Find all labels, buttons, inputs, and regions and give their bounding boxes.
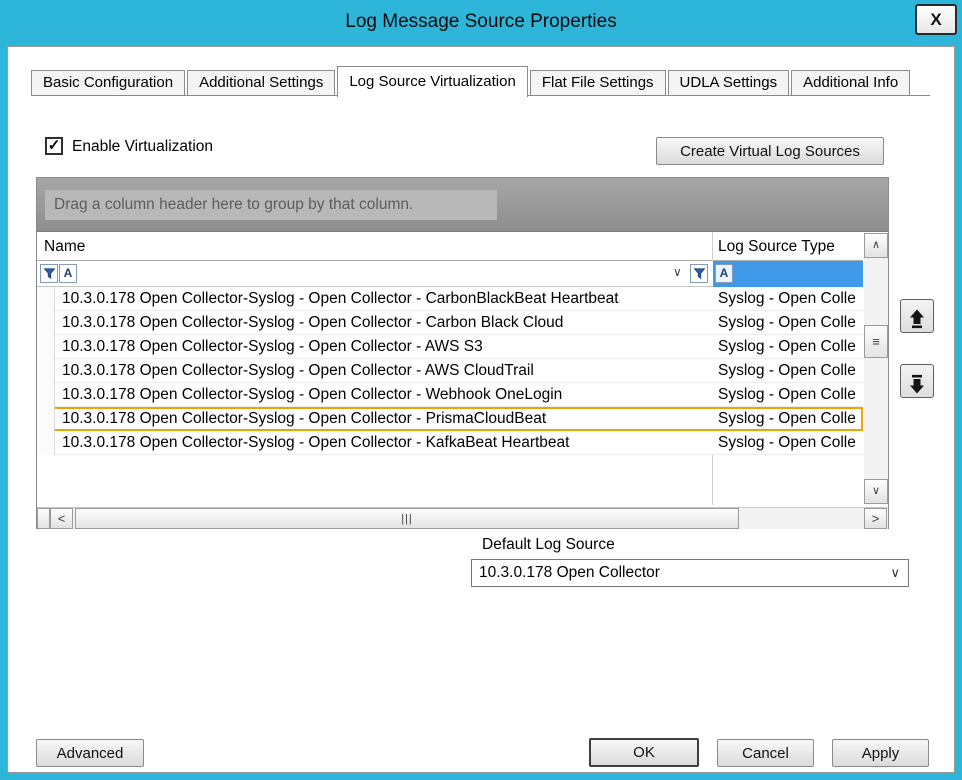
row-type-cell[interactable]: Syslog - Open Colle <box>718 383 862 406</box>
grid-row[interactable]: 10.3.0.178 Open Collector-Syslog - Open … <box>37 311 863 335</box>
row-type-cell[interactable]: Syslog - Open Colle <box>718 359 862 382</box>
close-button[interactable]: X <box>915 4 957 35</box>
row-name-cell[interactable]: 10.3.0.178 Open Collector-Syslog - Open … <box>62 287 707 310</box>
grid-row[interactable]: 10.3.0.178 Open Collector-Syslog - Open … <box>37 287 863 311</box>
row-type-cell[interactable]: Syslog - Open Colle <box>718 311 862 334</box>
group-by-panel[interactable]: Drag a column header here to group by th… <box>37 178 888 232</box>
scroll-right-button[interactable]: > <box>864 508 887 529</box>
tab-additional-info[interactable]: Additional Info <box>791 70 910 95</box>
enable-virtualization-label: Enable Virtualization <box>72 138 213 156</box>
dialog-content: Basic Configuration Additional Settings … <box>7 46 955 773</box>
scroll-corner <box>37 508 50 529</box>
type-filter-text-icon: A <box>715 264 733 283</box>
row-name-cell[interactable]: 10.3.0.178 Open Collector-Syslog - Open … <box>62 335 707 358</box>
row-type-cell[interactable]: Syslog - Open Colle <box>718 407 862 430</box>
move-up-button[interactable] <box>900 299 934 333</box>
default-log-source-combobox[interactable]: 10.3.0.178 Open Collector ∨ <box>471 559 909 587</box>
filter-row: A ∨ A <box>37 261 863 287</box>
vertical-scrollbar[interactable]: ∧ ≡ ∨ <box>864 233 888 504</box>
ok-button[interactable]: OK <box>589 738 699 767</box>
type-filter-cell[interactable]: A <box>713 261 863 287</box>
funnel-glyph <box>694 268 705 279</box>
tab-flat-file-settings[interactable]: Flat File Settings <box>530 70 666 95</box>
row-name-cell[interactable]: 10.3.0.178 Open Collector-Syslog - Open … <box>62 383 707 406</box>
row-name-cell[interactable]: 10.3.0.178 Open Collector-Syslog - Open … <box>62 431 707 454</box>
window-title: Log Message Source Properties <box>0 11 962 33</box>
row-selector-cell[interactable] <box>37 359 55 383</box>
down-arrow-icon <box>906 373 928 395</box>
grid-row[interactable]: 10.3.0.178 Open Collector-Syslog - Open … <box>37 407 863 431</box>
column-header-type[interactable]: Log Source Type <box>718 232 835 261</box>
scroll-up-button[interactable]: ∧ <box>864 233 888 258</box>
row-name-cell[interactable]: 10.3.0.178 Open Collector-Syslog - Open … <box>62 407 707 430</box>
row-type-cell[interactable]: Syslog - Open Colle <box>718 335 862 358</box>
up-arrow-icon <box>906 308 928 330</box>
column-header-name[interactable]: Name <box>44 232 85 261</box>
enable-virtualization-checkbox[interactable]: ✓ <box>45 137 63 155</box>
move-down-button[interactable] <box>900 364 934 398</box>
text-filter-icon[interactable]: A <box>59 264 77 283</box>
tab-additional-settings[interactable]: Additional Settings <box>187 70 335 95</box>
name-filter-funnel-icon[interactable] <box>690 264 708 283</box>
checkbox-check-icon: ✓ <box>47 139 61 153</box>
grid-row[interactable]: 10.3.0.178 Open Collector-Syslog - Open … <box>37 383 863 407</box>
grid-rows: 10.3.0.178 Open Collector-Syslog - Open … <box>37 287 863 455</box>
dialog-window: Log Message Source Properties X Basic Co… <box>0 0 962 780</box>
row-name-cell[interactable]: 10.3.0.178 Open Collector-Syslog - Open … <box>62 311 707 334</box>
default-log-source-label: Default Log Source <box>482 536 615 554</box>
row-selector-cell[interactable] <box>37 383 55 407</box>
combobox-value: 10.3.0.178 Open Collector <box>479 560 660 586</box>
horizontal-scrollbar[interactable]: < ||| > <box>37 507 888 529</box>
chevron-down-icon[interactable]: ∨ <box>890 560 900 586</box>
scroll-left-button[interactable]: < <box>50 508 73 529</box>
titlebar[interactable]: Log Message Source Properties X <box>0 0 962 46</box>
filter-funnel-icon[interactable] <box>40 264 58 283</box>
log-sources-grid: Drag a column header here to group by th… <box>36 177 889 529</box>
grid-row[interactable]: 10.3.0.178 Open Collector-Syslog - Open … <box>37 335 863 359</box>
row-selector-cell[interactable] <box>37 335 55 359</box>
horizontal-scroll-thumb[interactable]: ||| <box>75 508 739 529</box>
apply-button[interactable]: Apply <box>832 739 929 767</box>
group-by-hint: Drag a column header here to group by th… <box>45 190 497 220</box>
row-name-cell[interactable]: 10.3.0.178 Open Collector-Syslog - Open … <box>62 359 707 382</box>
cancel-button[interactable]: Cancel <box>717 739 814 767</box>
row-selector-cell[interactable] <box>37 287 55 311</box>
name-filter-dropdown-icon[interactable]: ∨ <box>673 265 682 279</box>
row-type-cell[interactable]: Syslog - Open Colle <box>718 287 862 310</box>
tab-strip: Basic Configuration Additional Settings … <box>31 67 912 95</box>
row-selector-cell[interactable] <box>37 407 55 431</box>
tab-log-source-virtualization[interactable]: Log Source Virtualization <box>337 66 528 97</box>
create-virtual-log-sources-button[interactable]: Create Virtual Log Sources <box>656 137 884 165</box>
vertical-scroll-thumb[interactable]: ≡ <box>864 325 888 358</box>
tab-basic-configuration[interactable]: Basic Configuration <box>31 70 185 95</box>
row-type-cell[interactable]: Syslog - Open Colle <box>718 431 862 454</box>
tab-udla-settings[interactable]: UDLA Settings <box>668 70 790 95</box>
grid-row[interactable]: 10.3.0.178 Open Collector-Syslog - Open … <box>37 359 863 383</box>
advanced-button[interactable]: Advanced <box>36 739 144 767</box>
grid-row[interactable]: 10.3.0.178 Open Collector-Syslog - Open … <box>37 431 863 455</box>
row-selector-cell[interactable] <box>37 431 55 455</box>
row-selector-cell[interactable] <box>37 311 55 335</box>
funnel-glyph <box>44 268 55 279</box>
scroll-down-button[interactable]: ∨ <box>864 479 888 504</box>
grid-header-row: Name Log Source Type <box>37 232 863 261</box>
